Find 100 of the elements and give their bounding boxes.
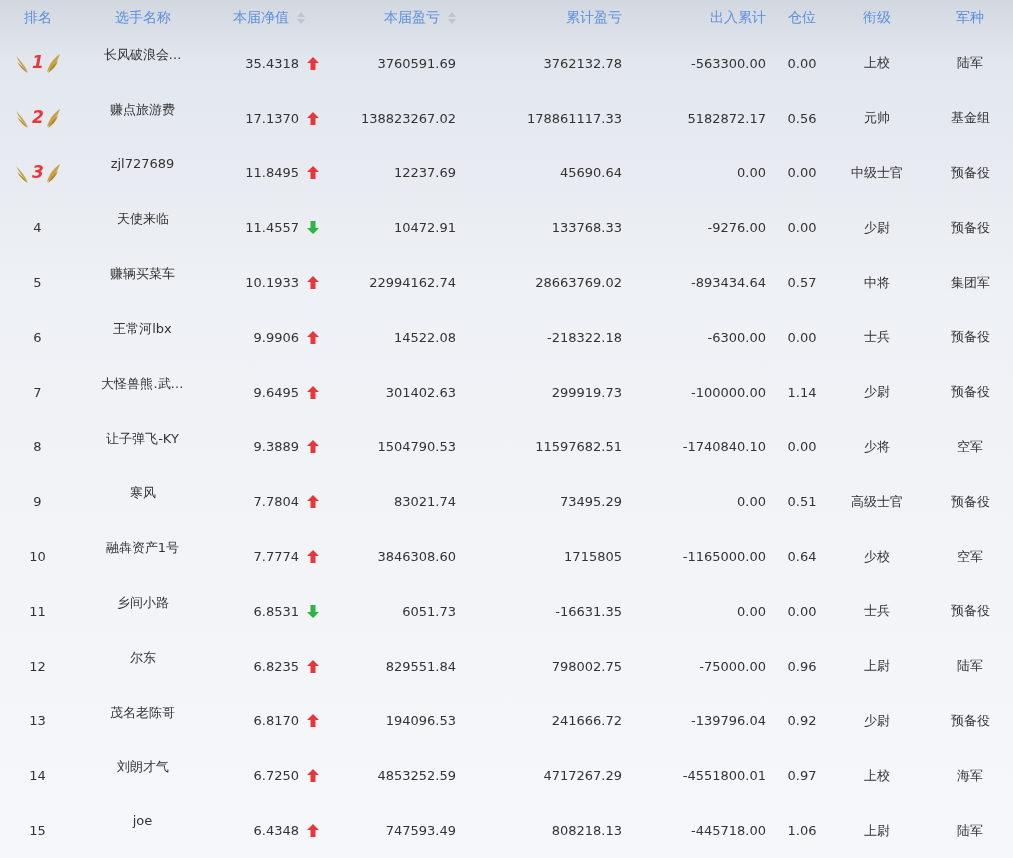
table-cell: 空军 <box>957 437 983 456</box>
table-cell: 预备役 <box>950 328 990 347</box>
table-cell: 83021.74 <box>393 494 456 510</box>
table-cell: 1.14 <box>787 384 817 400</box>
player-name[interactable]: 王常河lbx <box>113 320 172 338</box>
rank-number: 8 <box>33 439 42 455</box>
table-cell: 28663769.02 <box>535 275 622 291</box>
table-cell: 高级士官 <box>851 492 903 511</box>
player-name[interactable]: 乡间小路 <box>116 593 169 612</box>
player-name[interactable]: 茂名老陈哥 <box>110 703 175 722</box>
player-name[interactable]: 长风破浪会… <box>103 46 182 64</box>
table-cell: 0.92 <box>787 713 817 729</box>
table-cell: 陆军 <box>957 821 983 840</box>
table-cell: 35.4318 <box>245 55 299 71</box>
table-cell: 少尉 <box>864 383 890 402</box>
table-cell: -1740840.10 <box>682 439 766 455</box>
table-cell: 少将 <box>864 437 890 456</box>
table-cell: 11597682.51 <box>535 439 622 455</box>
player-name[interactable]: 天使来临 <box>116 210 169 229</box>
winged-rank-badge: 2 <box>13 105 62 132</box>
table-cell: 0.00 <box>737 165 766 181</box>
table-cell: 元帅 <box>864 109 890 128</box>
table-cell: 0.51 <box>787 494 817 510</box>
column-header: 衔级 <box>863 9 891 27</box>
table-cell: 747593.49 <box>385 823 456 839</box>
table-cell: 808218.13 <box>551 823 622 839</box>
table-cell: 7.7804 <box>253 494 299 510</box>
column-header: 军种 <box>956 9 984 27</box>
table-cell: 上尉 <box>864 821 890 840</box>
winged-rank-badge: 3 <box>13 160 62 186</box>
player-name[interactable]: 赚辆买菜车 <box>110 265 175 284</box>
table-cell: -9276.00 <box>707 220 766 236</box>
table-cell: -218322.18 <box>547 329 622 345</box>
table-cell: 中级士官 <box>851 164 903 182</box>
table-cell: -1165000.00 <box>682 549 766 565</box>
table-cell: 10.1933 <box>245 275 299 291</box>
table-cell: 7.7774 <box>253 549 299 565</box>
table-cell: 预备役 <box>950 492 990 511</box>
table-cell: 少尉 <box>864 218 890 237</box>
table-cell: 9.3889 <box>253 439 299 455</box>
table-cell: 预备役 <box>950 383 990 402</box>
table-cell: 178861117.33 <box>526 110 622 126</box>
table-cell: -16631.35 <box>555 603 622 619</box>
table-cell: 5182872.17 <box>687 110 766 126</box>
rank-number: 15 <box>29 823 46 839</box>
table-cell: 133768.33 <box>551 220 622 236</box>
table-cell: 6051.73 <box>402 603 456 619</box>
table-cell: 0.00 <box>787 220 817 236</box>
table-cell: 299919.73 <box>551 384 622 400</box>
table-cell: 45690.64 <box>559 165 622 181</box>
player-name[interactable]: 尔东 <box>129 648 156 667</box>
table-cell: 上尉 <box>864 657 890 676</box>
table-cell: 1715805 <box>564 549 622 565</box>
rank-number: 14 <box>29 768 46 784</box>
table-cell: -75000.00 <box>699 658 766 674</box>
table-cell: 上校 <box>864 54 890 73</box>
player-name[interactable]: 刘朗才气 <box>116 758 169 777</box>
table-cell: 6.8235 <box>253 658 299 674</box>
table-cell: 6.8170 <box>253 713 299 729</box>
table-cell: 138823267.02 <box>360 110 456 126</box>
table-cell: 10472.91 <box>393 220 456 236</box>
table-cell: 798002.75 <box>551 658 622 674</box>
rank-number: 10 <box>29 549 46 565</box>
table-cell: 0.00 <box>787 55 817 71</box>
player-name[interactable]: joe <box>132 813 153 829</box>
player-name[interactable]: 赚点旅游费 <box>110 100 175 119</box>
sort-icon[interactable] <box>448 12 456 24</box>
player-name[interactable]: 大怪兽熊.武… <box>101 374 184 393</box>
table-cell: 士兵 <box>864 328 890 347</box>
rank-number: 9 <box>33 494 42 510</box>
table-cell: 陆军 <box>957 657 983 676</box>
rank-number: 6 <box>33 329 42 345</box>
player-name[interactable]: 寒风 <box>129 484 156 503</box>
table-cell: 73495.29 <box>559 494 622 510</box>
table-cell: 士兵 <box>864 602 890 621</box>
table-cell: -563300.00 <box>691 55 766 71</box>
winged-rank-badge: 1 <box>13 50 62 77</box>
player-name[interactable]: 融犇资产1号 <box>105 539 180 558</box>
table-cell: 0.00 <box>737 603 766 619</box>
table-cell: 14522.08 <box>393 329 456 345</box>
player-name[interactable]: 让子弹飞-KY <box>106 429 179 448</box>
table-cell: 0.57 <box>787 275 817 291</box>
table-cell: 9.6495 <box>253 384 299 400</box>
column-header: 仓位 <box>788 9 816 27</box>
table-cell: 829551.84 <box>385 658 456 674</box>
table-cell: 1.06 <box>787 823 817 839</box>
sort-icon[interactable] <box>297 12 305 24</box>
table-cell: 6.8531 <box>253 603 299 619</box>
table-cell: 0.00 <box>787 439 817 455</box>
table-cell: 集团军 <box>950 273 990 292</box>
column-header: 选手名称 <box>114 9 171 27</box>
player-name[interactable]: zjl727689 <box>110 155 175 171</box>
table-cell: 少校 <box>864 547 890 566</box>
rank-number: 5 <box>33 275 42 291</box>
table-cell: -893434.64 <box>691 275 766 291</box>
table-cell: -4551800.01 <box>682 768 766 784</box>
table-cell: 9.9906 <box>253 329 299 345</box>
table-cell: 预备役 <box>950 602 990 621</box>
table-cell: 4853252.59 <box>377 768 456 784</box>
table-cell: 194096.53 <box>385 713 456 729</box>
